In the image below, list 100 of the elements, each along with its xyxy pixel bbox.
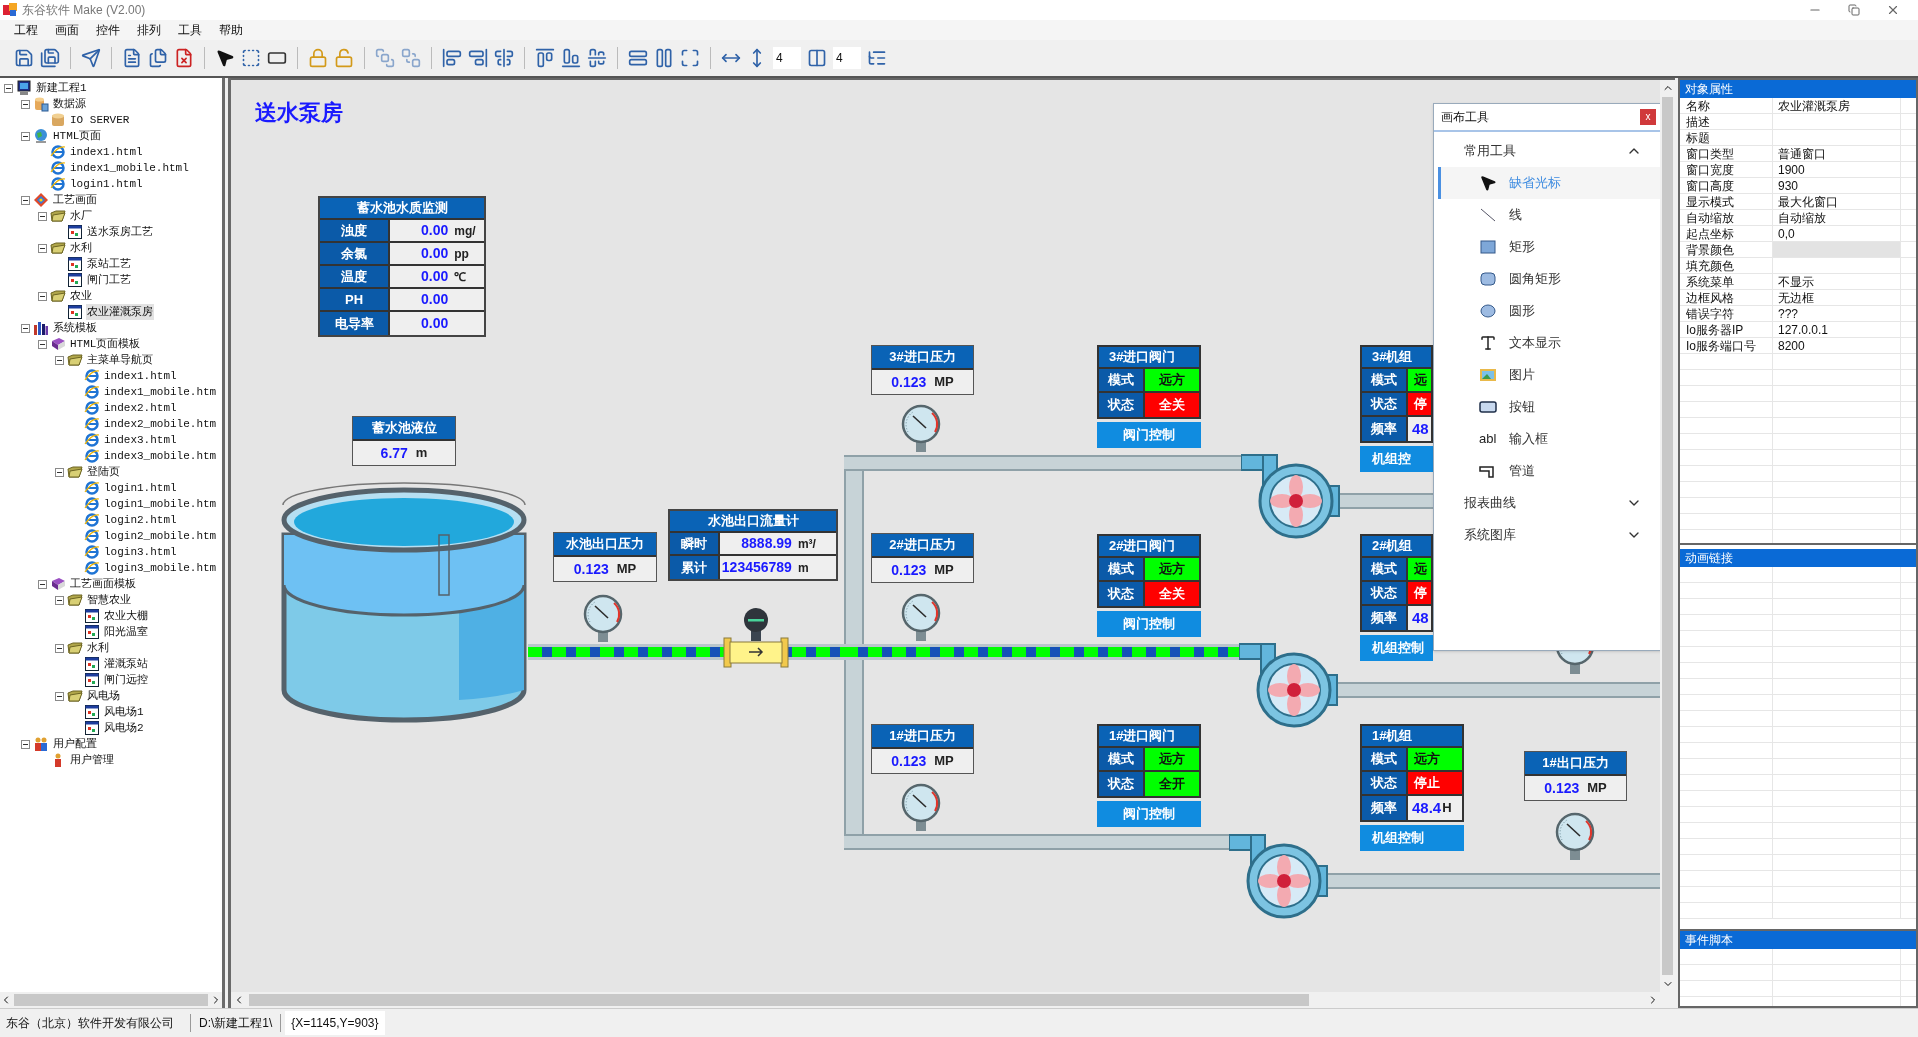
collapse-icon[interactable] [21,131,30,141]
tree-item[interactable]: login3.html [103,543,178,561]
horizontal-scrollbar[interactable] [0,992,222,1008]
tree-item[interactable]: IO SERVER [69,111,131,129]
tool-item[interactable]: 圆形 [1441,295,1660,327]
collapse-icon[interactable] [38,579,47,589]
tree-item[interactable]: 闸门远控 [103,671,149,689]
tree-item[interactable]: 风电场1 [103,703,145,721]
same-size-icon[interactable] [680,48,700,68]
property-value[interactable]: 无边框 [1773,290,1900,305]
tree-item[interactable]: login1.html [69,175,144,193]
property-value[interactable]: 农业灌溉泵房 [1773,98,1900,113]
property-value[interactable]: 不显示 [1773,274,1900,289]
tree-item[interactable]: index2.html [103,399,178,417]
collapse-icon[interactable] [21,323,30,333]
collapse-icon[interactable] [38,339,47,349]
pointer-icon[interactable] [215,48,235,68]
tree-item[interactable]: 水利 [69,239,93,257]
tree-item[interactable]: login3_mobile.htm [103,559,218,577]
tree-item[interactable]: login1.html [103,479,178,497]
close-button[interactable]: x [1640,109,1656,125]
tree-item[interactable]: 登陆页 [86,463,121,481]
menu-item[interactable]: 控件 [89,21,127,39]
tool-item[interactable]: 管道 [1441,455,1660,487]
tree-item[interactable]: index3_mobile.htm [103,447,218,465]
collapse-icon[interactable] [55,643,64,653]
tool-item[interactable]: 按钮 [1441,391,1660,423]
tree-item[interactable]: index1.html [103,367,178,385]
color-swatch[interactable] [1773,242,1900,257]
tool-item[interactable]: 文本显示 [1441,327,1660,359]
same-height-icon[interactable] [654,48,674,68]
tree-item[interactable]: 工艺画面 [52,191,98,209]
tree-item[interactable]: HTML页面模板 [69,335,142,353]
property-value[interactable]: 930 [1773,178,1900,193]
property-value[interactable]: 普通窗口 [1773,146,1900,161]
section-header[interactable]: 系统图库 [1434,519,1660,551]
section-header[interactable]: 常用工具 [1434,135,1660,167]
collapse-icon[interactable] [55,355,64,365]
paper-plane-icon[interactable] [81,48,101,68]
restore-icon[interactable] [1848,4,1860,16]
tree-item[interactable]: 农业灌溉泵房 [86,303,154,321]
same-width-icon[interactable] [628,48,648,68]
floppy-icon[interactable] [14,48,34,68]
collapse-icon[interactable] [21,99,30,109]
section-header[interactable]: 报表曲线 [1434,487,1660,519]
tool-item[interactable]: abl 输入框 [1441,423,1660,455]
property-value[interactable]: 自动缩放 [1773,210,1900,225]
valve-control-button[interactable]: 阀门控制 [1097,422,1201,448]
align-middle-icon[interactable] [587,48,607,68]
distribute-icon[interactable] [867,48,887,68]
spacing-field[interactable]: 4 [833,47,861,69]
drawing-canvas[interactable] [231,80,1660,992]
valve-control-button[interactable]: 阀门控制 [1097,801,1201,827]
tree-item[interactable]: 农业 [69,287,93,305]
tree-item[interactable]: 水利 [86,639,110,657]
tree-item[interactable]: 系统模板 [52,319,98,337]
tree-item[interactable]: 风电场2 [103,719,145,737]
selection-icon[interactable] [241,48,261,68]
collapse-icon[interactable] [38,211,47,221]
property-value[interactable]: 0,0 [1773,226,1900,241]
collapse-icon[interactable] [21,739,30,749]
tree-item[interactable]: index2_mobile.htm [103,415,218,433]
pages-icon[interactable] [148,48,168,68]
tree-item[interactable]: 新建工程1 [35,79,88,97]
tool-item[interactable]: 圆角矩形 [1441,263,1660,295]
menu-item[interactable]: 工具 [171,21,209,39]
menu-item[interactable]: 工程 [7,21,45,39]
tree-item[interactable]: 工艺画面模板 [69,575,137,593]
menu-item[interactable]: 帮助 [212,21,250,39]
tree-item[interactable]: 阳光温室 [103,623,149,641]
tree-item[interactable]: 主菜单导航页 [86,351,154,369]
unit-control-button[interactable]: 机组控制 [1360,635,1433,661]
tree-item[interactable]: login2.html [103,511,178,529]
align-bottom-icon[interactable] [561,48,581,68]
tree-item[interactable]: 灌溉泵站 [103,655,149,673]
tool-item[interactable]: 图片 [1441,359,1660,391]
page-icon[interactable] [122,48,142,68]
tree-item[interactable]: index1_mobile.html [69,159,190,177]
tree-item[interactable]: 数据源 [52,95,87,113]
align-center-icon[interactable] [494,48,514,68]
tree-item[interactable]: login2_mobile.htm [103,527,218,545]
align-right-icon[interactable] [468,48,488,68]
floppy-stack-icon[interactable] [40,48,60,68]
collapse-icon[interactable] [55,467,64,477]
close-icon[interactable] [1886,3,1900,17]
tree-item[interactable]: 用户管理 [69,751,115,769]
property-value[interactable]: 1900 [1773,162,1900,177]
spacing-field[interactable]: 4 [773,47,801,69]
tree-item[interactable]: 水厂 [69,207,93,225]
valve-control-button[interactable]: 阀门控制 [1097,611,1201,637]
tree-item[interactable]: index1.html [69,143,144,161]
property-value[interactable]: 最大化窗口 [1773,194,1900,209]
columns-icon[interactable] [807,48,827,68]
collapse-icon[interactable] [38,291,47,301]
tool-item[interactable]: 矩形 [1441,231,1660,263]
menu-item[interactable]: 排列 [130,21,168,39]
tree-item[interactable]: 送水泵房工艺 [86,223,154,241]
tree-item[interactable]: 智慧农业 [86,591,132,609]
align-top-icon[interactable] [535,48,555,68]
collapse-icon[interactable] [55,595,64,605]
